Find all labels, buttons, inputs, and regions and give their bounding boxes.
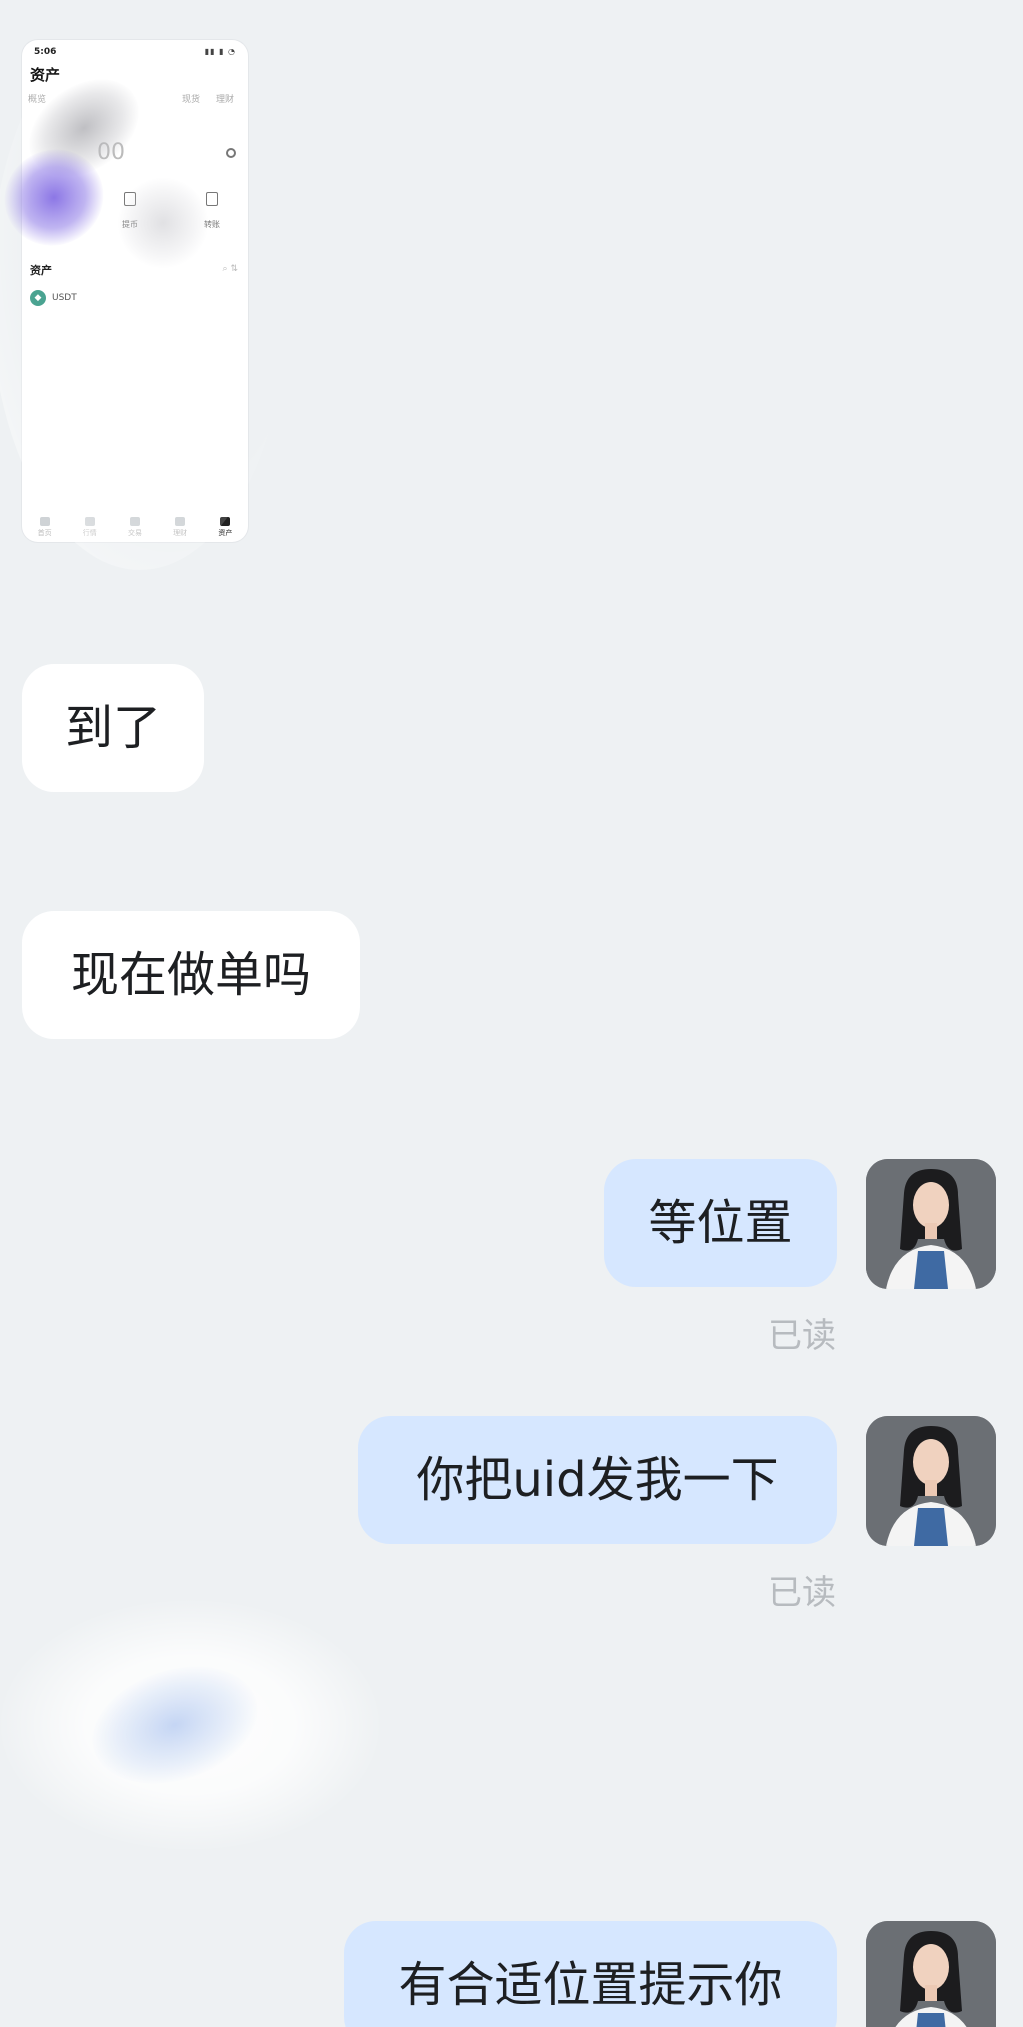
redaction-smudge [77,1646,273,1804]
incoming-message[interactable]: 到了 [22,664,204,792]
read-status: 已读 [768,1316,836,1356]
status-icons: ▮▮ ▮ ◔ [204,47,236,56]
avatar[interactable] [866,1416,996,1546]
screenshot-nav-item: 理财 [173,516,188,538]
screenshot-nav-item: 行情 [82,516,97,538]
screenshot-balance: 00 [97,140,125,165]
withdraw-icon [124,192,136,206]
transfer-icon [206,192,218,206]
trade-icon [129,516,140,526]
screenshot-nav-label: 理财 [173,528,188,537]
screenshot-nav-item: 资产 [218,516,233,538]
avatar-portrait [866,1159,996,1289]
redaction-smudge [0,1600,380,1850]
eye-icon [226,148,236,158]
screenshot-action: 提币 [110,192,150,231]
screenshot-section-title: 资产 [30,264,52,277]
outgoing-message[interactable]: 你把uid发我一下 [358,1416,837,1544]
status-time: 5:06 [34,47,57,57]
screenshot-bottom-nav: 首页 行情 交易 理财 资产 [22,508,248,542]
image-message[interactable]: 5:06 ▮▮ ▮ ◔ 资产 概览 现货 理财 00 提币 转账 资产 ⌕ ⇅ … [22,40,248,542]
outgoing-message[interactable]: 等位置 [604,1159,837,1287]
screenshot-nav-item: 交易 [127,516,142,538]
home-icon [39,516,50,526]
market-icon [84,516,95,526]
screenshot-tab: 理财 [216,95,235,105]
screenshot-nav-label: 首页 [37,528,52,537]
avatar-portrait [866,1921,996,2027]
screenshot-action: 转账 [192,192,232,231]
avatar[interactable] [866,1159,996,1289]
earn-icon [175,516,186,526]
screenshot-tab: 现货 [182,95,201,105]
screenshot-nav-label: 资产 [218,528,233,537]
avatar[interactable] [866,1921,996,2027]
incoming-message[interactable]: 现在做单吗 [22,911,360,1039]
screenshot-asset-name: USDT [52,293,77,303]
usdt-coin-icon: ◆ [30,290,46,306]
screenshot-nav-label: 交易 [127,528,142,537]
screenshot-tab: 概览 [28,95,47,105]
outgoing-message[interactable]: 有合适位置提示你 [344,1921,837,2027]
avatar-portrait [866,1416,996,1546]
screenshot-action-label: 提币 [122,220,138,229]
screenshot-title: 资产 [30,66,61,84]
screenshot-asset-row: ◆ USDT [30,290,77,306]
chat-screen: 5:06 ▮▮ ▮ ◔ 资产 概览 现货 理财 00 提币 转账 资产 ⌕ ⇅ … [0,0,1023,2027]
wallet-icon [220,516,231,526]
screenshot-action-label: 转账 [204,220,220,229]
screenshot-nav-item: 首页 [37,516,52,538]
search-icon: ⌕ ⇅ [222,264,238,274]
read-status: 已读 [768,1573,836,1613]
screenshot-nav-label: 行情 [82,528,97,537]
